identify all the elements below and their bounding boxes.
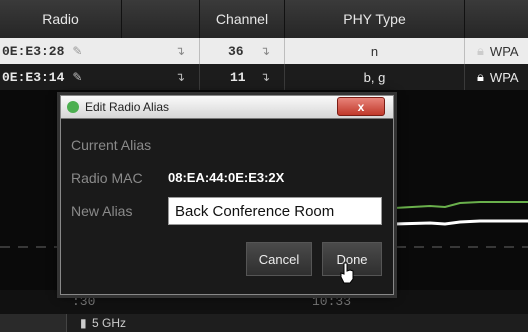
channel-cell: 11 ↴ [200, 64, 285, 90]
bottom-bar: ▮ 5 GHz [0, 314, 528, 332]
radio-cell: 0E:E3:14 ✎ ↴ [0, 64, 200, 90]
edit-pencil-icon[interactable]: ✎ [72, 70, 82, 84]
sort-arrow-icon: ↴ [174, 70, 185, 84]
dialog-titlebar[interactable]: Edit Radio Alias x [61, 96, 393, 119]
column-header-channel[interactable]: Channel [200, 0, 285, 38]
radio-mac-text: 0E:E3:28 [2, 43, 65, 59]
phy-cell: n [285, 38, 465, 64]
close-button[interactable]: x [337, 97, 385, 116]
table-header: Radio Channel PHY Type [0, 0, 528, 38]
series-line-green [393, 201, 528, 209]
sort-arrow-icon: ↴ [174, 44, 185, 58]
dialog-title: Edit Radio Alias [85, 100, 170, 114]
column-header-phy-type[interactable]: PHY Type [285, 0, 465, 38]
column-header-security[interactable] [465, 0, 528, 38]
channel-arrow-icon: ↴ [259, 44, 270, 58]
band-icon: ▮ [80, 316, 87, 330]
security-cell: 🔒︎ WPA [477, 69, 519, 85]
edit-radio-alias-dialog: Edit Radio Alias x Current Alias Radio M… [60, 95, 394, 295]
edit-pencil-icon[interactable]: ✎ [72, 44, 82, 58]
column-header-radio[interactable]: Radio [0, 0, 122, 38]
app-logo-icon [67, 101, 79, 113]
column-header-spacer [122, 0, 200, 38]
channel-cell: 36 ↴ [200, 38, 285, 64]
axis-label: :30 [72, 294, 96, 309]
bottom-bar-left-cell [0, 314, 67, 332]
table-row[interactable]: 0E:E3:14 ✎ ↴ 11 ↴ b, g 🔒︎ WPA [0, 64, 528, 90]
current-alias-label: Current Alias [71, 137, 152, 153]
phy-cell: b, g [285, 64, 465, 90]
lock-icon: 🔒︎ [477, 69, 484, 84]
security-cell: 🔒︎ WPA [477, 43, 519, 59]
hand-cursor-icon [340, 262, 354, 284]
new-alias-label: New Alias [71, 203, 133, 219]
table-row[interactable]: 0E:E3:28 ✎ ↴ 36 ↴ n 🔒︎ WPA [0, 38, 528, 64]
radio-mac-value: 08:EA:44:0E:E3:2X [168, 170, 285, 185]
radio-cell: 0E:E3:28 ✎ ↴ [0, 38, 200, 64]
radio-mac-label: Radio MAC [71, 170, 143, 186]
axis-label: 10:33 [312, 294, 352, 309]
radio-mac-text: 0E:E3:14 [2, 69, 65, 85]
new-alias-input[interactable]: Back Conference Room [168, 197, 382, 225]
lock-icon: 🔒︎ [477, 43, 484, 58]
cancel-button[interactable]: Cancel [246, 242, 312, 276]
channel-arrow-icon: ↴ [259, 70, 270, 84]
band-label: 5 GHz [92, 316, 127, 330]
series-line-white [393, 219, 528, 226]
